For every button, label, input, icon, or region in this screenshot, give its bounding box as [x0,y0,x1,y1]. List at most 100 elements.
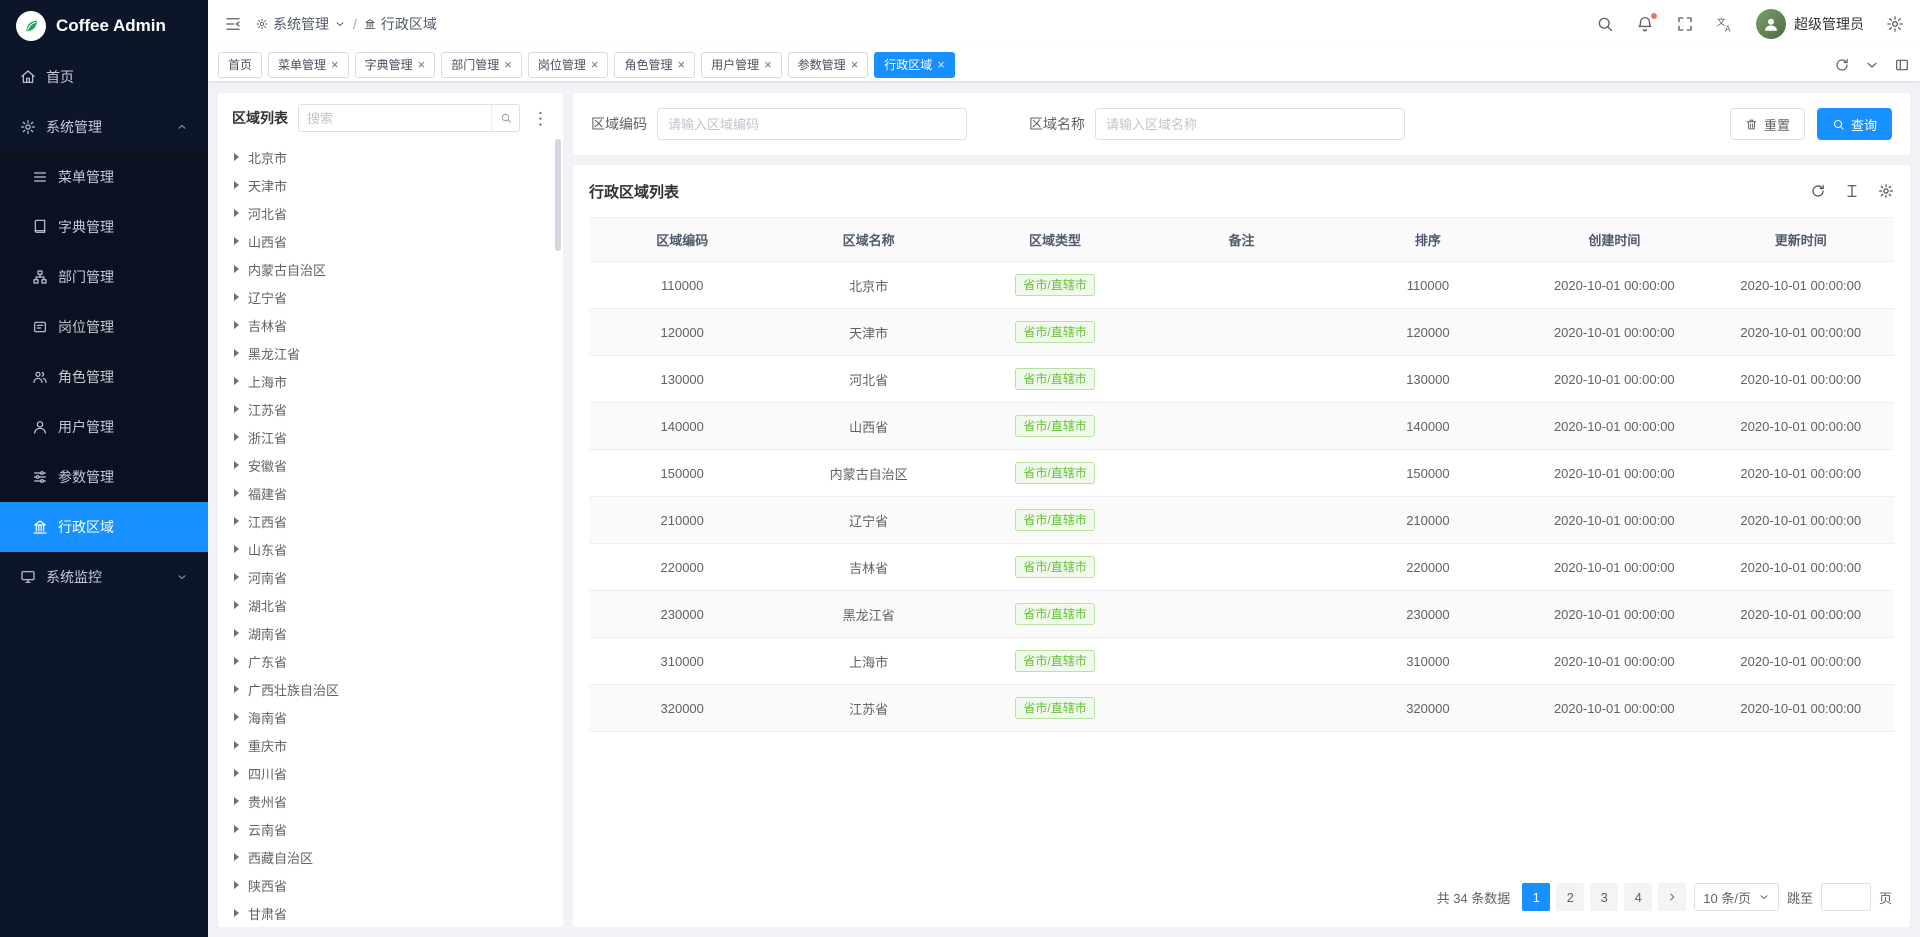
sidebar-item[interactable]: 首页 [0,52,208,102]
refresh-icon[interactable] [1834,57,1850,73]
tab-item[interactable]: 部门管理× [441,52,522,78]
table-row[interactable]: 120000天津市省市/直辖市1200002020-10-01 00:00:00… [589,309,1894,356]
tree-node[interactable]: 江苏省 [218,395,563,423]
bell-button[interactable] [1636,15,1654,33]
table-row[interactable]: 130000河北省省市/直辖市1300002020-10-01 00:00:00… [589,356,1894,403]
tab-close-icon[interactable]: × [851,58,859,71]
sidebar-collapse-icon[interactable] [224,15,242,33]
sidebar-item[interactable]: 部门管理 [0,252,208,302]
cell-name: 山西省 [775,403,961,450]
reset-button[interactable]: 重置 [1730,108,1805,140]
sidebar-item[interactable]: 菜单管理 [0,152,208,202]
tree-node[interactable]: 湖南省 [218,619,563,647]
tab-close-icon[interactable]: × [937,58,945,71]
table-row[interactable]: 150000内蒙古自治区省市/直辖市1500002020-10-01 00:00… [589,450,1894,497]
tree-node[interactable]: 江西省 [218,507,563,535]
tree-scrollbar[interactable] [555,139,561,251]
tree-node[interactable]: 浙江省 [218,423,563,451]
next-page-button[interactable] [1658,883,1686,911]
tree-node[interactable]: 北京市 [218,143,563,171]
tree-node[interactable]: 山西省 [218,227,563,255]
table-row[interactable]: 310000上海市省市/直辖市3100002020-10-01 00:00:00… [589,638,1894,685]
tree-search-input[interactable] [299,105,491,131]
tree-node[interactable]: 天津市 [218,171,563,199]
tab-close-icon[interactable]: × [677,58,685,71]
tree-node[interactable]: 河北省 [218,199,563,227]
tree-search-button[interactable] [491,105,519,131]
breadcrumb-root[interactable]: 系统管理 [256,14,346,34]
sidebar-item[interactable]: 角色管理 [0,352,208,402]
tree-node[interactable]: 湖北省 [218,591,563,619]
tree-node[interactable]: 河南省 [218,563,563,591]
more-options-icon[interactable]: ⋮ [530,110,551,127]
fullscreen-button[interactable] [1676,15,1694,33]
tree-node[interactable]: 辽宁省 [218,283,563,311]
page-size-select[interactable]: 10 条/页 [1694,883,1779,911]
tree-node[interactable]: 安徽省 [218,451,563,479]
translate-button[interactable]: 文A [1716,15,1734,33]
tree-node[interactable]: 贵州省 [218,787,563,815]
tree-node[interactable]: 海南省 [218,703,563,731]
user-menu[interactable]: 超级管理员 [1756,9,1864,39]
tab-item[interactable]: 菜单管理× [268,52,349,78]
table-row[interactable]: 320000江苏省省市/直辖市3200002020-10-01 00:00:00… [589,685,1894,732]
tab-close-icon[interactable]: × [591,58,599,71]
sidebar-item[interactable]: 参数管理 [0,452,208,502]
jump-page-input[interactable] [1821,883,1871,911]
tree-node[interactable]: 甘肃省 [218,899,563,927]
tree-node[interactable]: 吉林省 [218,311,563,339]
tree-node[interactable]: 山东省 [218,535,563,563]
tab-close-icon[interactable]: × [504,58,512,71]
tab-close-icon[interactable]: × [764,58,772,71]
code-input[interactable] [657,108,967,140]
search-button[interactable] [1596,15,1614,33]
tree-node[interactable]: 广西壮族自治区 [218,675,563,703]
tree-node[interactable]: 内蒙古自治区 [218,255,563,283]
tab-item[interactable]: 参数管理× [788,52,869,78]
tree-node[interactable]: 四川省 [218,759,563,787]
expand-icon[interactable] [1894,57,1910,73]
tab-active[interactable]: 行政区域× [874,52,955,78]
sidebar-group[interactable]: 系统监控 [0,552,208,602]
tree-node[interactable]: 陕西省 [218,871,563,899]
tab-item[interactable]: 字典管理× [355,52,436,78]
chevron-down-icon[interactable] [1864,57,1880,73]
name-input[interactable] [1095,108,1405,140]
tab-close-icon[interactable]: × [418,58,426,71]
gear-icon[interactable] [1878,183,1894,199]
tree-node-label: 陕西省 [248,876,287,895]
tab-item[interactable]: 首页 [218,52,262,78]
app-logo[interactable]: Coffee Admin [0,0,208,52]
settings-gear-icon[interactable] [1886,15,1904,33]
tab-item[interactable]: 角色管理× [614,52,695,78]
table-row[interactable]: 230000黑龙江省省市/直辖市2300002020-10-01 00:00:0… [589,591,1894,638]
table-row[interactable]: 220000吉林省省市/直辖市2200002020-10-01 00:00:00… [589,544,1894,591]
refresh-icon[interactable] [1810,183,1826,199]
tree-node[interactable]: 重庆市 [218,731,563,759]
tab-item[interactable]: 岗位管理× [528,52,609,78]
column-settings-icon[interactable] [1844,183,1860,199]
page-button[interactable]: 4 [1624,883,1652,911]
tab-close-icon[interactable]: × [331,58,339,71]
caret-right-icon [234,713,239,721]
page-button[interactable]: 2 [1556,883,1584,911]
page-button[interactable]: 1 [1522,883,1550,911]
search-button[interactable]: 查询 [1817,108,1892,140]
tree-node[interactable]: 西藏自治区 [218,843,563,871]
sidebar-item[interactable]: 行政区域 [0,502,208,552]
table-row[interactable]: 110000北京市省市/直辖市1100002020-10-01 00:00:00… [589,262,1894,309]
sidebar-item[interactable]: 字典管理 [0,202,208,252]
tree-node[interactable]: 云南省 [218,815,563,843]
page-button[interactable]: 3 [1590,883,1618,911]
table-row[interactable]: 140000山西省省市/直辖市1400002020-10-01 00:00:00… [589,403,1894,450]
sidebar-item[interactable]: 用户管理 [0,402,208,452]
tree-node[interactable]: 福建省 [218,479,563,507]
sidebar-item-label: 菜单管理 [58,167,114,187]
tab-item[interactable]: 用户管理× [701,52,782,78]
sidebar-item[interactable]: 岗位管理 [0,302,208,352]
tree-node[interactable]: 上海市 [218,367,563,395]
tree-node[interactable]: 黑龙江省 [218,339,563,367]
sidebar-group[interactable]: 系统管理 [0,102,208,152]
tree-node[interactable]: 广东省 [218,647,563,675]
table-row[interactable]: 210000辽宁省省市/直辖市2100002020-10-01 00:00:00… [589,497,1894,544]
